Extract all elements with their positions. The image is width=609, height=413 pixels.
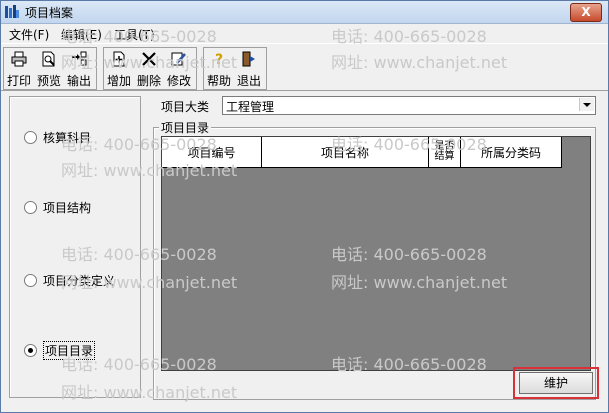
app-icon xyxy=(5,5,19,18)
title-bar[interactable]: 项目档案 X xyxy=(1,1,608,24)
category-label: 项目大类 xyxy=(161,100,210,114)
print-button[interactable]: 打印 xyxy=(4,48,34,89)
preview-button[interactable]: 预览 xyxy=(34,48,64,89)
watermark-phone: 电话: 400-665-0028 xyxy=(61,355,217,374)
menu-file[interactable]: 文件(F) xyxy=(9,26,49,43)
radio-accounting-subject[interactable] xyxy=(24,130,37,144)
radio-category-definition[interactable] xyxy=(24,273,37,287)
window-title: 项目档案 xyxy=(25,6,74,20)
preview-label: 预览 xyxy=(36,74,61,88)
watermark-site: 网址: www.chanjet.net xyxy=(61,273,238,292)
add-label: 增加 xyxy=(106,74,131,88)
watermark-phone: 电话: 400-665-0028 xyxy=(331,355,487,374)
watermark-site: 网址: www.chanjet.net xyxy=(331,53,508,72)
radio-project-structure[interactable] xyxy=(24,200,37,214)
preview-icon xyxy=(42,51,55,67)
watermark-site: 网址: www.chanjet.net xyxy=(61,161,238,180)
watermark-phone: 电话: 400-665-0028 xyxy=(61,27,217,46)
close-button[interactable]: X xyxy=(570,3,602,22)
exit-icon xyxy=(242,51,255,67)
watermark-phone: 电话: 400-665-0028 xyxy=(331,245,487,264)
delete-label: 删除 xyxy=(136,74,161,88)
watermark-phone: 电话: 400-665-0028 xyxy=(331,135,487,154)
print-label: 打印 xyxy=(6,74,31,88)
export-label: 输出 xyxy=(66,74,91,88)
help-label: 帮助 xyxy=(206,74,231,88)
exit-label: 退出 xyxy=(236,74,261,88)
watermark-site: 网址: www.chanjet.net xyxy=(61,53,238,72)
project-archive-window: 项目档案 X 文件(F) 编辑(E) 工具(T) 打印 预览 输出 增加 删除 … xyxy=(0,0,609,413)
option-label: 项目结构 xyxy=(43,200,92,215)
watermark-phone: 电话: 400-665-0028 xyxy=(61,245,217,264)
watermark-phone: 电话: 400-665-0028 xyxy=(331,27,487,46)
category-select[interactable]: 工程管理 xyxy=(222,96,596,115)
watermark-phone: 电话: 400-665-0028 xyxy=(61,135,217,154)
chevron-down-icon[interactable] xyxy=(579,98,594,111)
exit-button[interactable]: 退出 xyxy=(234,48,264,89)
watermark-site: 网址: www.chanjet.net xyxy=(331,273,508,292)
edit-label: 修改 xyxy=(166,74,191,88)
option-project-structure[interactable]: 项目结构 xyxy=(24,199,91,215)
radio-project-directory[interactable] xyxy=(24,343,37,357)
watermark-site: 网址: www.chanjet.net xyxy=(61,383,238,402)
category-value: 工程管理 xyxy=(226,100,275,114)
printer-icon xyxy=(11,51,27,67)
maintain-button[interactable]: 维护 xyxy=(519,372,593,394)
